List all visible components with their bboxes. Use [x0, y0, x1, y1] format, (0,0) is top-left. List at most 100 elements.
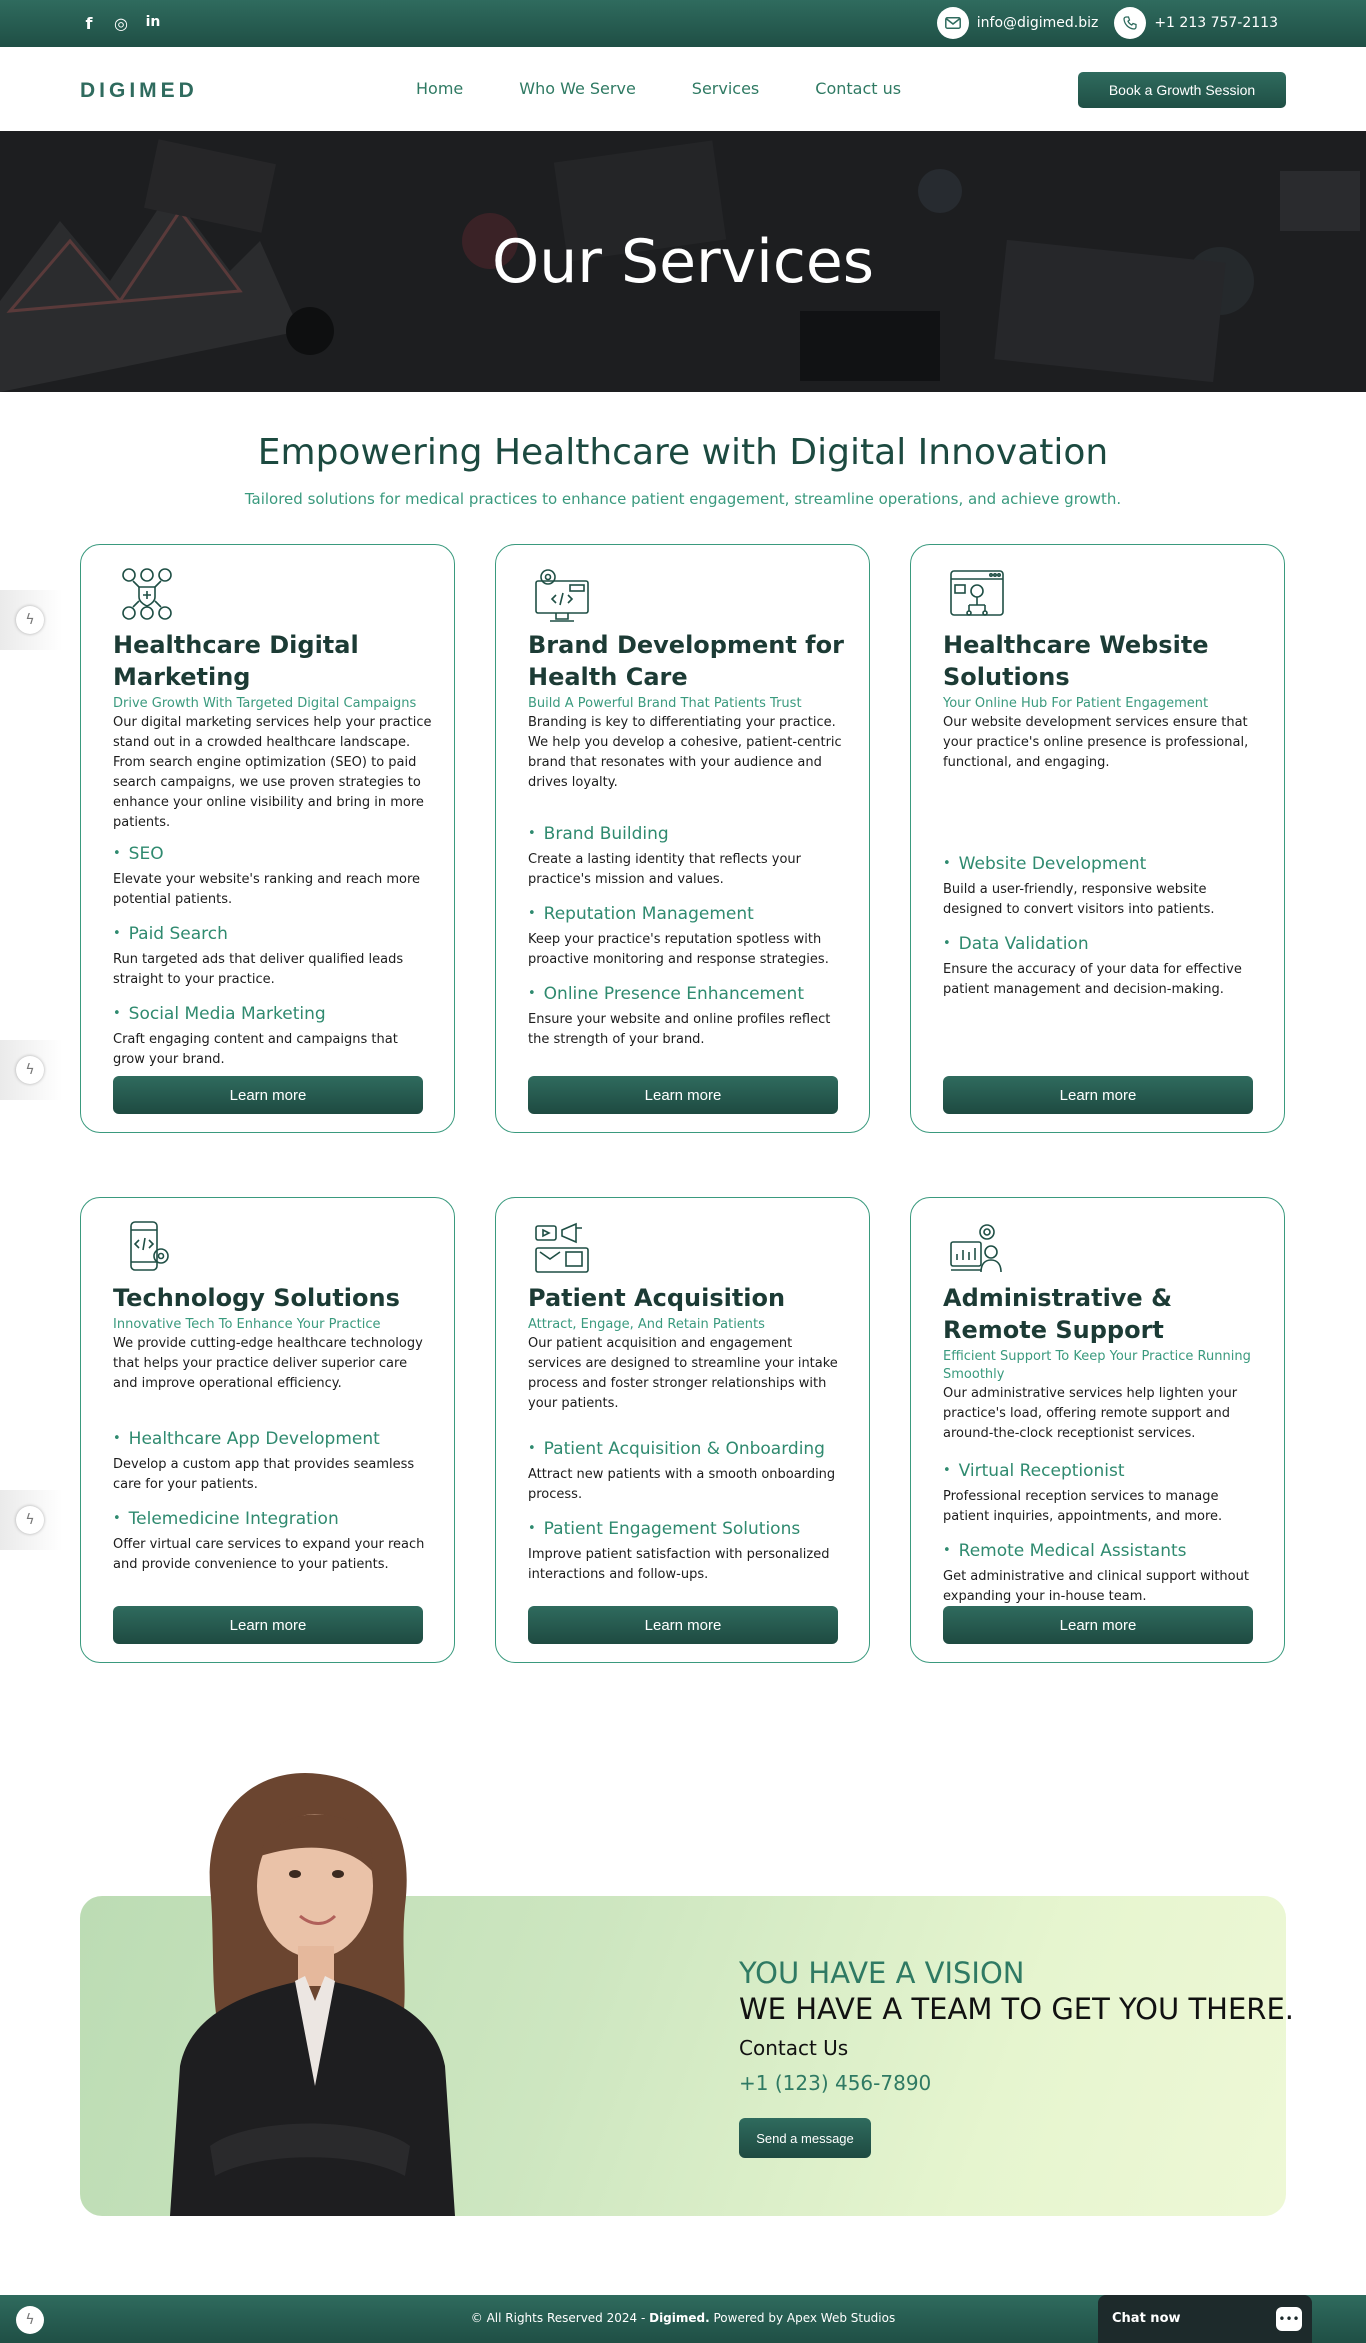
feature-item: Healthcare App Development Develop a cus…	[113, 1428, 433, 1495]
card-title: Healthcare Digital Marketing	[113, 631, 359, 691]
feature-item: Patient Engagement Solutions Improve pat…	[528, 1518, 848, 1585]
card-subtitle: Drive Growth With Targeted Digital Campa…	[113, 696, 417, 711]
nav-home[interactable]: Home	[416, 79, 463, 98]
feature-item: Brand Building Create a lasting identity…	[528, 823, 848, 890]
feature-item: SEO Elevate your website's ranking and r…	[113, 843, 433, 910]
card-title: Administrative & Remote Support	[943, 1284, 1172, 1344]
service-card: Administrative & Remote Support Efficien…	[910, 1197, 1285, 1663]
feature-item: Telemedicine Integration Offer virtual c…	[113, 1508, 433, 1575]
feature-item: Online Presence Enhancement Ensure your …	[528, 983, 848, 1050]
copyright-suffix: Powered by Apex Web Studios	[709, 2311, 896, 2325]
feature-title: SEO	[113, 843, 433, 867]
card-description: Our website development services ensure …	[943, 715, 1249, 770]
feature-text: Develop a custom app that provides seaml…	[113, 1457, 415, 1492]
digital-marketing-icon	[122, 568, 172, 620]
service-card: Patient Acquisition Attract, Engage, And…	[495, 1197, 870, 1663]
feature-title: Online Presence Enhancement	[528, 983, 848, 1007]
learn-more-button[interactable]: Learn more	[528, 1076, 838, 1114]
card-title: Brand Development for Health Care	[528, 631, 844, 691]
send-message-button[interactable]: Send a message	[739, 2118, 871, 2158]
copyright-brand: Digimed.	[649, 2311, 710, 2325]
feature-item: Reputation Management Keep your practice…	[528, 903, 848, 970]
side-widget-tab[interactable]: ϟ	[0, 1040, 62, 1100]
nav-who-we-serve[interactable]: Who We Serve	[519, 79, 636, 98]
main-nav: Home Who We Serve Services Contact us	[416, 79, 901, 98]
chat-label: Chat now	[1112, 2311, 1181, 2326]
feature-text: Keep your practice's reputation spotless…	[528, 932, 829, 967]
learn-more-button[interactable]: Learn more	[943, 1076, 1253, 1114]
feature-text: Attract new patients with a smooth onboa…	[528, 1467, 836, 1502]
feature-item: Patient Acquisition & Onboarding Attract…	[528, 1438, 848, 1505]
feature-text: Ensure your website and online profiles …	[528, 1012, 831, 1047]
copyright-prefix: © All Rights Reserved 2024 -	[470, 2311, 650, 2325]
services-subheading: Tailored solutions for medical practices…	[244, 490, 1122, 508]
bolt-icon: ϟ	[16, 1056, 44, 1084]
service-card: Healthcare Digital Marketing Drive Growt…	[80, 544, 455, 1133]
feature-title: Patient Engagement Solutions	[528, 1518, 848, 1542]
side-widget-tab[interactable]: ϟ	[0, 590, 62, 650]
learn-more-button[interactable]: Learn more	[528, 1606, 838, 1644]
top-email[interactable]: info@digimed.biz	[977, 15, 1099, 31]
card-subtitle: Innovative Tech To Enhance Your Practice	[113, 1317, 381, 1332]
feature-text: Elevate your website's ranking and reach…	[113, 872, 421, 907]
feature-item: Website Development Build a user-friendl…	[943, 853, 1263, 920]
site-logo[interactable]: DIGIMED	[80, 79, 198, 103]
technology-solutions-icon	[130, 1221, 169, 1271]
bolt-icon: ϟ	[16, 1506, 44, 1534]
bolt-icon: ϟ	[16, 606, 44, 634]
feature-text: Get administrative and clinical support …	[943, 1569, 1249, 1604]
card-description: Our patient acquisition and engagement s…	[528, 1336, 838, 1411]
card-subtitle: Your Online Hub For Patient Engagement	[943, 696, 1209, 711]
bolt-icon[interactable]: ϟ	[16, 2306, 44, 2334]
cta-vision-text: YOU HAVE A VISION	[739, 1956, 1025, 1990]
chat-widget[interactable]: Chat now •••	[1098, 2295, 1312, 2343]
feature-text: Create a lasting identity that reflects …	[528, 852, 801, 887]
top-phone[interactable]: +1 213 757-2113	[1154, 15, 1278, 31]
top-bar: f ◎ in info@digimed.biz +1 213 757-2113	[0, 0, 1366, 47]
team-member-photo	[170, 1772, 455, 2216]
instagram-icon[interactable]: ◎	[112, 14, 130, 33]
feature-title: Website Development	[943, 853, 1263, 877]
cta-contact-label: Contact Us	[739, 2036, 849, 2060]
facebook-icon[interactable]: f	[80, 14, 98, 33]
card-description: We provide cutting-edge healthcare techn…	[113, 1336, 423, 1391]
feature-title: Brand Building	[528, 823, 848, 847]
card-subtitle: Efficient Support To Keep Your Practice …	[943, 1349, 1251, 1382]
cta-team-text: WE HAVE A TEAM TO GET YOU THERE.	[739, 1992, 1294, 2026]
feature-text: Build a user-friendly, responsive websit…	[943, 882, 1215, 917]
card-title: Patient Acquisition	[528, 1284, 786, 1312]
card-subtitle: Build A Powerful Brand That Patients Tru…	[528, 696, 802, 711]
cta-phone[interactable]: +1 (123) 456-7890	[739, 2071, 931, 2095]
feature-text: Ensure the accuracy of your data for eff…	[943, 962, 1242, 997]
card-description: Our digital marketing services help your…	[113, 715, 432, 830]
feature-text: Run targeted ads that deliver qualified …	[113, 952, 404, 987]
hero-banner: Our Services	[0, 131, 1366, 392]
feature-title: Social Media Marketing	[113, 1003, 433, 1027]
social-links: f ◎ in	[80, 14, 162, 33]
nav-services[interactable]: Services	[692, 79, 759, 98]
service-card: Technology Solutions Innovative Tech To …	[80, 1197, 455, 1663]
brand-development-icon	[535, 569, 589, 622]
feature-title: Paid Search	[113, 923, 433, 947]
learn-more-button[interactable]: Learn more	[113, 1606, 423, 1644]
feature-text: Improve patient satisfaction with person…	[528, 1547, 830, 1582]
learn-more-button[interactable]: Learn more	[943, 1606, 1253, 1644]
patient-acquisition-icon	[535, 1222, 589, 1273]
feature-title: Healthcare App Development	[113, 1428, 433, 1452]
side-widget-tab[interactable]: ϟ	[0, 1490, 62, 1550]
feature-title: Patient Acquisition & Onboarding	[528, 1438, 848, 1462]
book-growth-session-button[interactable]: Book a Growth Session	[1078, 72, 1286, 108]
hero-title: Our Services	[491, 227, 874, 297]
feature-title: Reputation Management	[528, 903, 848, 927]
linkedin-icon[interactable]: in	[144, 14, 162, 33]
learn-more-button[interactable]: Learn more	[113, 1076, 423, 1114]
feature-item: Data Validation Ensure the accuracy of y…	[943, 933, 1263, 1000]
service-card: Healthcare Website Solutions Your Online…	[910, 544, 1285, 1133]
nav-contact-us[interactable]: Contact us	[815, 79, 901, 98]
phone-icon	[1114, 7, 1147, 39]
feature-title: Remote Medical Assistants	[943, 1540, 1263, 1564]
card-description: Our administrative services help lighten…	[943, 1386, 1238, 1441]
card-title: Technology Solutions	[113, 1284, 400, 1312]
feature-title: Telemedicine Integration	[113, 1508, 433, 1532]
feature-item: Paid Search Run targeted ads that delive…	[113, 923, 433, 990]
